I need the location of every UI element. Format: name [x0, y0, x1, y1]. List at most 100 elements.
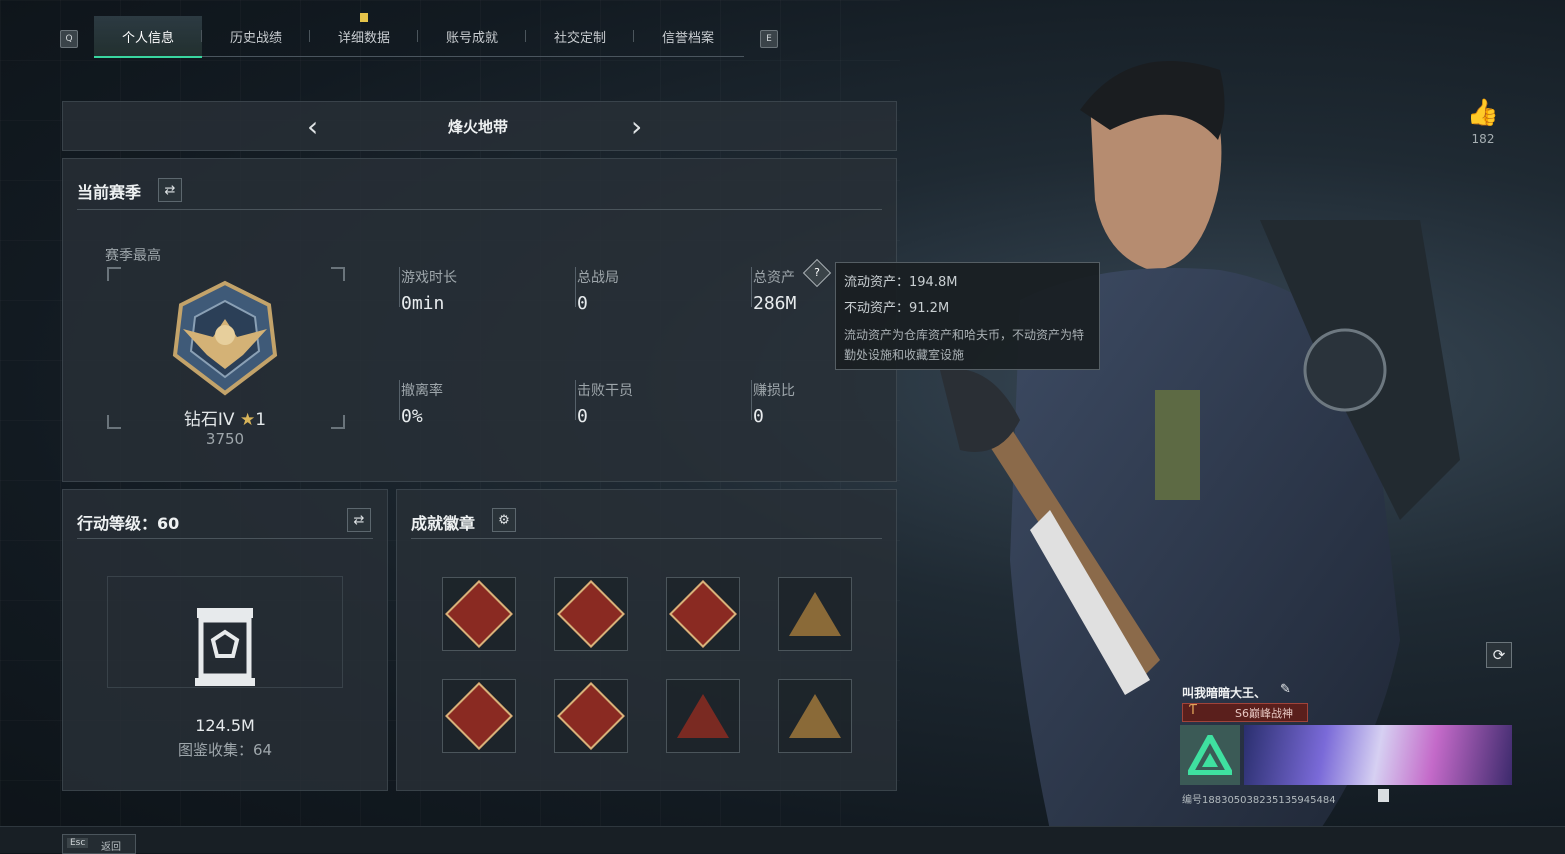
badge-slot[interactable]	[666, 679, 740, 753]
stat-value: 286M	[753, 293, 797, 314]
tab-label: 详细数据	[337, 30, 390, 46]
season-panel: 当前赛季 ⇄ 赛季最高 钻石IV ★1 3750 游戏时长 0min 总战局 0…	[62, 158, 897, 482]
season-title: 当前赛季	[77, 183, 142, 202]
action-level-title: 行动等级：60	[77, 514, 180, 533]
title-badge: Ƭ S6巅峰战神	[1182, 703, 1308, 722]
stat-divider	[751, 380, 752, 420]
assets-tooltip: 流动资产：194.8M 不动资产：91.2M 流动资产为仓库资产和哈夫币，不动资…	[835, 262, 1100, 370]
star-icon: ★	[239, 410, 256, 430]
tab-label: 社交定制	[553, 30, 606, 46]
badge-emblem-icon	[445, 580, 513, 648]
stat-label: 总战局	[577, 270, 619, 286]
collection-count: 图鉴收集：64	[177, 741, 273, 759]
like-count: 182	[1471, 132, 1495, 146]
title-text: S6巅峰战神	[1235, 707, 1293, 720]
tab-label: 历史战绩	[229, 30, 282, 46]
stat-divider	[399, 267, 400, 307]
esc-key: Esc	[67, 838, 89, 848]
player-id: 编号188305038235135945484	[1182, 795, 1336, 806]
edit-icon[interactable]: ✎	[1280, 682, 1291, 697]
badges-panel: 成就徽章 ⚙	[396, 489, 897, 791]
divider	[411, 538, 882, 539]
triangle-logo-icon	[1188, 735, 1232, 775]
avatar[interactable]	[1180, 725, 1240, 785]
stat-value: 0	[753, 406, 764, 427]
tab-label: 账号成就	[445, 30, 498, 46]
badge-emblem-icon	[669, 580, 737, 648]
frame-corner	[331, 267, 345, 281]
tab-achievements[interactable]: 账号成就	[418, 16, 526, 56]
footer-bar	[0, 826, 1565, 853]
swap-icon[interactable]: ⇄	[347, 508, 371, 532]
rotate-icon[interactable]: ⟳	[1486, 642, 1512, 668]
tab-personal-info[interactable]: 个人信息	[94, 16, 202, 58]
badge-emblem-icon	[445, 682, 513, 750]
copy-icon[interactable]	[1378, 789, 1389, 802]
collection-value: 124.5M	[195, 716, 255, 735]
banner-image	[1244, 725, 1512, 785]
tab-prev-key[interactable]: Q	[60, 30, 78, 48]
badge-slot[interactable]	[554, 577, 628, 651]
rank-stars: 1	[255, 410, 267, 430]
player-name: 叫我暗暗大王、	[1182, 686, 1267, 700]
thumbs-up-icon: 👍	[1466, 98, 1500, 128]
stat-label: 游戏时长	[401, 270, 457, 286]
stat-value: 0%	[401, 406, 423, 427]
player-card: 叫我暗暗大王、 ✎ Ƭ S6巅峰战神 编号1883050382351359454…	[1178, 681, 1512, 806]
collection-cabinet-icon	[195, 608, 255, 686]
notification-dot	[360, 13, 368, 22]
stat-divider	[575, 267, 576, 307]
chevron-left-icon[interactable]: ‹	[307, 110, 318, 143]
divider	[77, 538, 373, 539]
chevron-right-icon[interactable]: ›	[631, 110, 642, 143]
badge-slot[interactable]	[666, 577, 740, 651]
badge-slot[interactable]	[778, 679, 852, 753]
like-button[interactable]: 👍 182	[1460, 98, 1506, 146]
tooltip-desc: 流动资产为仓库资产和哈夫币，不动资产为特勤处设施和收藏室设施	[844, 328, 1085, 362]
badges-title: 成就徽章	[411, 514, 476, 533]
rank-name: 钻石IV	[183, 410, 235, 430]
badge-emblem-icon	[557, 682, 625, 750]
badge-slot[interactable]	[554, 679, 628, 753]
tab-bar: 个人信息 历史战绩 详细数据 账号成就 社交定制 信誉档案	[94, 13, 744, 58]
tab-history[interactable]: 历史战绩	[202, 16, 310, 56]
badge-emblem-icon	[677, 694, 729, 738]
badge-emblem-icon	[789, 592, 841, 636]
stat-label: 撤离率	[401, 383, 443, 399]
stat-divider	[575, 380, 576, 420]
tab-label: 信誉档案	[661, 30, 714, 46]
tab-social[interactable]: 社交定制	[526, 16, 634, 56]
stat-divider	[399, 380, 400, 420]
badge-slot[interactable]	[442, 577, 516, 651]
mode-title: 烽火地带	[447, 118, 508, 136]
frame-corner	[107, 415, 121, 429]
stat-label: 总资产	[753, 270, 795, 286]
rank-points: 3750	[205, 430, 245, 448]
gear-icon[interactable]: ⚙	[492, 508, 516, 532]
mode-selector: ‹ 烽火地带 ›	[62, 101, 897, 151]
back-button[interactable]: Esc 返回	[62, 834, 136, 854]
back-label: 返回	[101, 842, 121, 853]
stat-label: 赚损比	[753, 383, 795, 399]
tab-details[interactable]: 详细数据	[310, 13, 418, 56]
action-level-panel: 行动等级：60 ⇄ 124.5M 图鉴收集：64	[62, 489, 388, 791]
rank-name-row: 钻石IV ★1	[163, 405, 287, 430]
tooltip-liquid: 流动资产：194.8M	[844, 275, 958, 290]
badge-slot[interactable]	[442, 679, 516, 753]
badge-slot[interactable]	[778, 577, 852, 651]
rank-emblem	[172, 280, 278, 396]
tooltip-fixed: 不动资产：91.2M	[844, 301, 950, 316]
season-best-label: 赛季最高	[105, 248, 161, 264]
divider	[77, 209, 882, 210]
tab-next-key[interactable]: E	[760, 30, 778, 48]
stat-label: 击败干员	[577, 383, 633, 399]
frame-corner	[107, 267, 121, 281]
stat-value: 0	[577, 293, 588, 314]
help-icon[interactable]: ?	[802, 258, 832, 288]
tab-label: 个人信息	[121, 30, 174, 46]
badge-emblem-icon	[557, 580, 625, 648]
stat-value: 0min	[401, 293, 445, 314]
swap-icon[interactable]: ⇄	[158, 178, 182, 202]
title-emblem-icon: Ƭ	[1189, 703, 1197, 718]
tab-reputation[interactable]: 信誉档案	[634, 16, 742, 56]
